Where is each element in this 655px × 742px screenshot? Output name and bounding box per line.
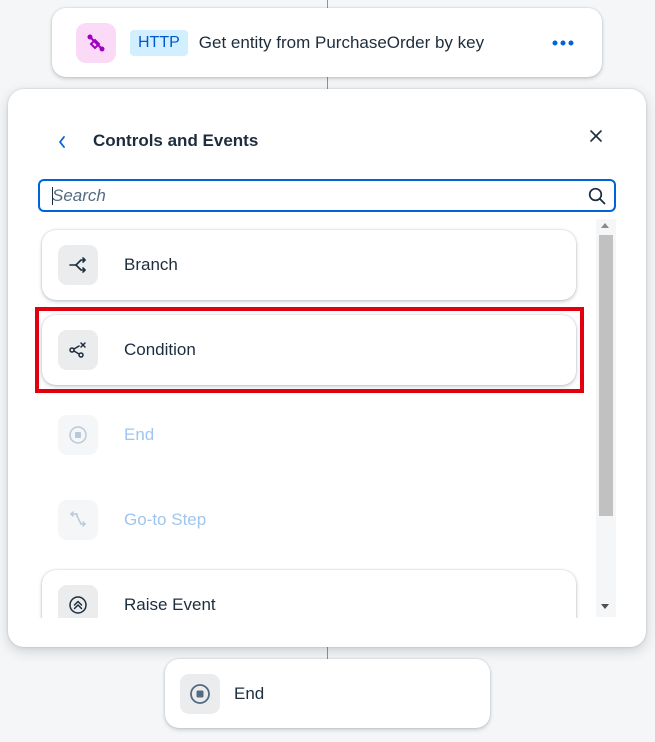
list-item-label: Branch [124,255,178,274]
list-item-label: End [124,425,155,444]
list-item-branch[interactable]: Branch [42,230,576,300]
branch-icon [58,245,98,285]
flow-connector-middle [327,77,328,89]
http-method-badge: HTTP [130,29,188,56]
highlight-box [35,307,584,393]
more-icon[interactable] [548,28,578,58]
flow-connector-top [327,0,328,8]
controls-list: Branch Condition End Go-to Step Raise Ev… [38,222,616,618]
http-step-card[interactable]: HTTP Get entity from PurchaseOrder by ke… [52,8,602,77]
list-item-raise-event[interactable]: Raise Event [42,570,576,618]
scroll-down-arrow-icon[interactable] [601,604,609,609]
text-caret [52,187,53,205]
popover-title: Controls and Events [93,131,259,150]
close-icon[interactable] [583,123,609,149]
stop-icon [180,673,220,714]
stop-icon [58,415,98,455]
list-item-label: Raise Event [124,595,216,614]
list-item-end: End [42,400,576,470]
list-item-label: Go-to Step [124,510,207,529]
flow-connector-bottom [327,647,328,659]
end-step-card[interactable]: End [165,659,490,728]
list-scrollbar[interactable] [596,219,616,617]
scrollbar-thumb[interactable] [599,235,613,516]
link-icon [76,22,116,63]
end-step-label: End [234,683,265,703]
search-field[interactable] [38,179,616,212]
goto-icon [58,500,98,540]
raise-event-icon [58,585,98,618]
scroll-up-arrow-icon[interactable] [601,223,609,228]
list-item-goto-step: Go-to Step [42,485,576,555]
search-input[interactable] [40,185,580,206]
chevron-left-icon[interactable] [50,129,74,155]
step-title: Get entity from PurchaseOrder by key [198,32,485,52]
search-icon[interactable] [580,181,614,211]
